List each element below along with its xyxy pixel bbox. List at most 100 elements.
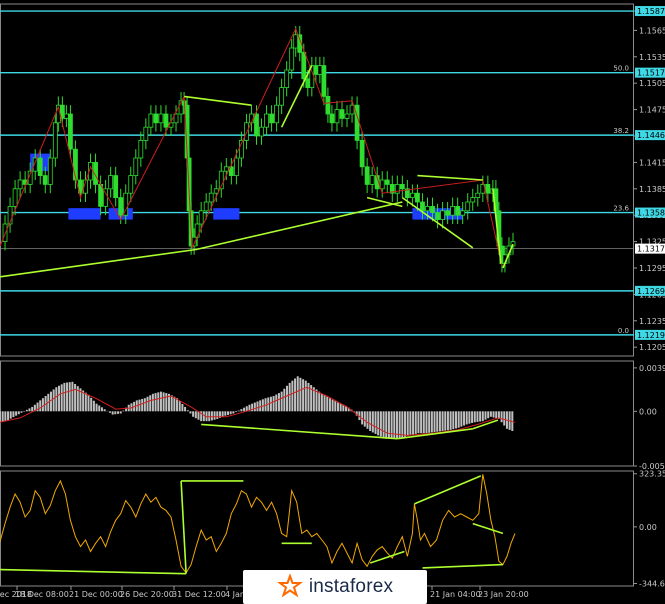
candle-body bbox=[274, 104, 280, 124]
macd-histogram-bar bbox=[398, 411, 401, 438]
macd-histogram-bar bbox=[52, 389, 55, 412]
candle-body bbox=[279, 87, 285, 106]
macd-histogram-bar bbox=[178, 401, 181, 412]
macd-histogram-bar bbox=[487, 411, 490, 419]
macd-histogram-bar bbox=[409, 411, 412, 436]
macd-histogram-bar bbox=[412, 411, 415, 435]
macd-histogram-bar bbox=[401, 411, 404, 438]
level-price-label: 1.1517 bbox=[637, 69, 665, 78]
candle-body bbox=[113, 175, 119, 199]
candle-body bbox=[269, 113, 274, 124]
candle-body bbox=[329, 113, 335, 124]
macd-histogram-bar bbox=[12, 411, 15, 418]
candle-body bbox=[133, 157, 139, 177]
x-tick-label: 31 Dec 12:00 bbox=[172, 590, 226, 599]
macd-histogram-bar bbox=[417, 411, 420, 434]
macd-histogram-bar bbox=[307, 382, 310, 412]
macd-histogram-bar bbox=[323, 395, 326, 412]
macd-histogram-bar bbox=[181, 404, 184, 412]
candle-body bbox=[47, 157, 53, 185]
macd-histogram-bar bbox=[471, 411, 474, 423]
level-price-label: 1.1358 bbox=[637, 209, 665, 218]
candle-body bbox=[450, 205, 456, 216]
macd-histogram-bar bbox=[334, 401, 337, 412]
candle-body bbox=[108, 175, 114, 190]
macd-histogram-bar bbox=[100, 407, 103, 412]
candle-body bbox=[259, 126, 264, 137]
fib-label: 38.2 bbox=[613, 127, 629, 135]
macd-histogram-bar bbox=[7, 411, 10, 421]
macd-histogram-bar bbox=[55, 387, 58, 412]
macd-histogram-bar bbox=[229, 411, 232, 415]
macd-histogram-bar bbox=[457, 411, 460, 428]
candle-body bbox=[465, 201, 471, 212]
macd-histogram-bar bbox=[4, 411, 7, 421]
y-tick-label: 323.3582 bbox=[639, 470, 665, 479]
macd-histogram-bar bbox=[465, 411, 468, 425]
macd-histogram-bar bbox=[280, 391, 283, 412]
trend-line bbox=[417, 174, 483, 181]
candle-body bbox=[264, 113, 269, 128]
cci-divergence-line bbox=[180, 480, 187, 574]
panel-border bbox=[0, 470, 634, 587]
candle-body bbox=[325, 96, 331, 115]
macd-histogram-bar bbox=[25, 409, 28, 412]
macd-histogram-bar bbox=[58, 385, 61, 412]
y-tick-label: 0.00 bbox=[639, 407, 657, 416]
macd-histogram-bar bbox=[484, 411, 487, 420]
macd-histogram-bar bbox=[216, 411, 219, 419]
macd-histogram-bar bbox=[63, 382, 66, 412]
x-tick-label: 18 Dec 08:00 bbox=[15, 590, 69, 599]
macd-histogram-bar bbox=[87, 394, 90, 412]
macd-histogram-bar bbox=[479, 411, 482, 422]
macd-histogram-bar bbox=[269, 396, 272, 412]
candle-body bbox=[254, 113, 259, 137]
macd-histogram-bar bbox=[173, 396, 176, 412]
macd-histogram-bar bbox=[304, 380, 307, 412]
macd-histogram-bar bbox=[339, 403, 342, 412]
macd-histogram-bar bbox=[414, 411, 417, 434]
macd-histogram-bar bbox=[232, 411, 235, 414]
candle-body bbox=[148, 113, 154, 128]
macd-histogram-bar bbox=[299, 377, 302, 412]
candle-body bbox=[203, 201, 209, 212]
macd-histogram-bar bbox=[95, 403, 98, 412]
macd-histogram-bar bbox=[68, 382, 71, 412]
candle-body bbox=[344, 113, 350, 119]
y-tick-label: 1.1565 bbox=[639, 26, 665, 35]
macd-histogram-bar bbox=[192, 411, 195, 417]
macd-histogram-bar bbox=[119, 411, 122, 414]
candle-body bbox=[289, 47, 295, 71]
fib-label: 0.0 bbox=[618, 327, 629, 335]
watermark-text: instaforex bbox=[308, 576, 394, 597]
macd-histogram-bar bbox=[9, 411, 12, 419]
macd-histogram-bar bbox=[213, 411, 216, 420]
cci-divergence-line bbox=[414, 475, 482, 505]
cci-line bbox=[0, 474, 516, 574]
candle-body bbox=[153, 113, 159, 124]
x-tick-label: 26 Dec 20:00 bbox=[120, 590, 174, 599]
macd-histogram-bar bbox=[430, 411, 433, 433]
macd-histogram-bar bbox=[500, 411, 503, 423]
macd-histogram-bar bbox=[194, 411, 197, 419]
candle-body bbox=[369, 175, 375, 185]
candle-body bbox=[244, 122, 249, 141]
macd-histogram-bar bbox=[66, 382, 69, 412]
candle-body bbox=[301, 52, 307, 80]
macd-histogram-bar bbox=[253, 402, 256, 412]
macd-histogram-bar bbox=[436, 411, 439, 432]
macd-histogram-bar bbox=[98, 405, 101, 412]
candle-body bbox=[420, 201, 425, 212]
macd-histogram-bar bbox=[369, 411, 372, 431]
cci-divergence-line bbox=[422, 563, 503, 569]
macd-histogram-bar bbox=[503, 411, 506, 426]
candle-body bbox=[208, 192, 214, 203]
macd-histogram-bar bbox=[446, 411, 449, 431]
candle-body bbox=[313, 65, 319, 75]
macd-histogram-bar bbox=[328, 398, 331, 412]
y-tick-label: 1.1385 bbox=[639, 185, 665, 194]
candle-body bbox=[52, 122, 58, 159]
candle-body bbox=[317, 65, 323, 75]
macd-histogram-bar bbox=[41, 398, 44, 412]
macd-histogram-bar bbox=[74, 383, 77, 412]
